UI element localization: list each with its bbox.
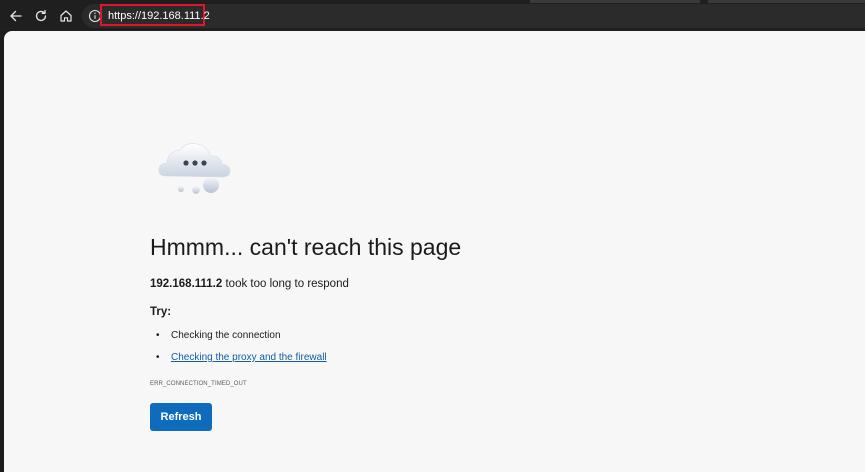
error-code: ERR_CONNECTION_TIMED_OUT xyxy=(150,381,247,387)
tip-item: • Checking the proxy and the firewall xyxy=(156,351,327,365)
back-button[interactable] xyxy=(5,5,27,27)
home-icon xyxy=(60,10,72,22)
refresh-button[interactable] xyxy=(30,5,52,27)
url-text[interactable]: https://192.168.111.2 xyxy=(108,8,210,24)
tip-item: • Checking the connection xyxy=(156,329,281,343)
tip-check-proxy-firewall-link[interactable]: Checking the proxy and the firewall xyxy=(171,352,327,363)
refresh-page-button[interactable]: Refresh xyxy=(150,403,212,431)
bullet: • xyxy=(156,330,160,341)
error-host: 192.168.111.2 xyxy=(150,278,223,290)
error-headline: Hmmm... can't reach this page xyxy=(150,234,462,260)
tip-check-connection: Checking the connection xyxy=(171,330,281,341)
bullet: • xyxy=(156,352,160,363)
browser-toolbar: https://192.168.111.2 xyxy=(0,0,865,31)
tab-strip-edge xyxy=(708,0,865,3)
try-label: Try: xyxy=(150,306,172,318)
home-button[interactable] xyxy=(55,5,77,27)
tab-strip-edge xyxy=(530,0,700,3)
cloud-icon xyxy=(158,143,231,194)
back-arrow-icon xyxy=(10,10,22,22)
refresh-icon xyxy=(35,9,47,22)
error-message: 192.168.111.2 took too long to respond xyxy=(150,276,349,292)
error-message-text: took too long to respond xyxy=(222,278,349,290)
